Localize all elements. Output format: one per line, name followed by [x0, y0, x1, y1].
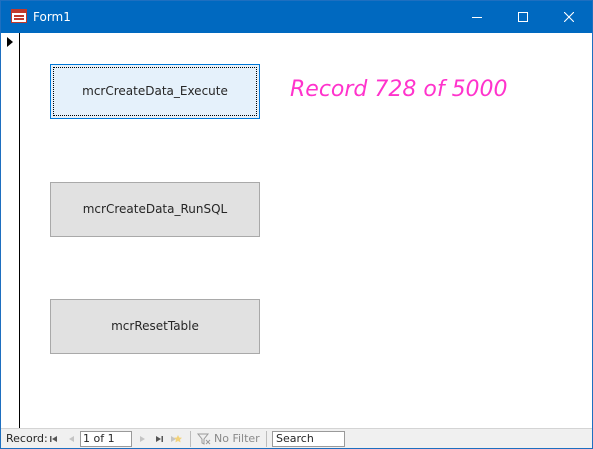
form-window: Form1 mcrCreateData_Execute Record 728 o…	[0, 0, 593, 449]
create-data-runsql-label: mcrCreateData_RunSQL	[82, 202, 228, 216]
current-record-field[interactable]: 1 of 1	[80, 431, 132, 447]
next-record-icon[interactable]	[135, 431, 149, 447]
first-record-icon[interactable]	[47, 431, 61, 447]
close-icon	[564, 12, 574, 22]
maximize-icon	[518, 12, 528, 22]
maximize-button[interactable]	[500, 1, 546, 33]
search-input[interactable]: Search	[272, 431, 345, 447]
record-label: Record:	[6, 432, 48, 445]
record-progress-label: Record 728 of 5000	[290, 77, 508, 102]
form-detail-section: mcrCreateData_Execute Record 728 of 5000…	[20, 33, 592, 428]
filter-status-label[interactable]: No Filter	[214, 432, 260, 446]
record-selector[interactable]	[1, 33, 20, 428]
close-button[interactable]	[546, 1, 592, 33]
previous-record-icon[interactable]	[65, 431, 79, 447]
current-record-arrow-icon	[7, 37, 13, 47]
title-bar[interactable]: Form1	[1, 1, 592, 33]
minimize-button[interactable]	[454, 1, 500, 33]
create-data-execute-button[interactable]: mcrCreateData_Execute	[50, 64, 260, 119]
create-data-runsql-button[interactable]: mcrCreateData_RunSQL	[50, 182, 260, 237]
reset-table-button[interactable]: mcrResetTable	[50, 299, 260, 354]
nav-separator	[266, 431, 267, 447]
new-record-icon[interactable]	[169, 431, 183, 447]
focus-rectangle	[53, 67, 257, 116]
last-record-icon[interactable]	[152, 431, 166, 447]
window-title: Form1	[33, 10, 71, 24]
record-navigation-bar: Record: 1 of 1 No Filter Search	[1, 428, 592, 448]
no-filter-icon	[196, 433, 211, 445]
nav-separator	[190, 431, 191, 447]
reset-table-label: mcrResetTable	[111, 319, 199, 333]
form-icon	[11, 9, 27, 23]
minimize-icon	[472, 17, 482, 18]
